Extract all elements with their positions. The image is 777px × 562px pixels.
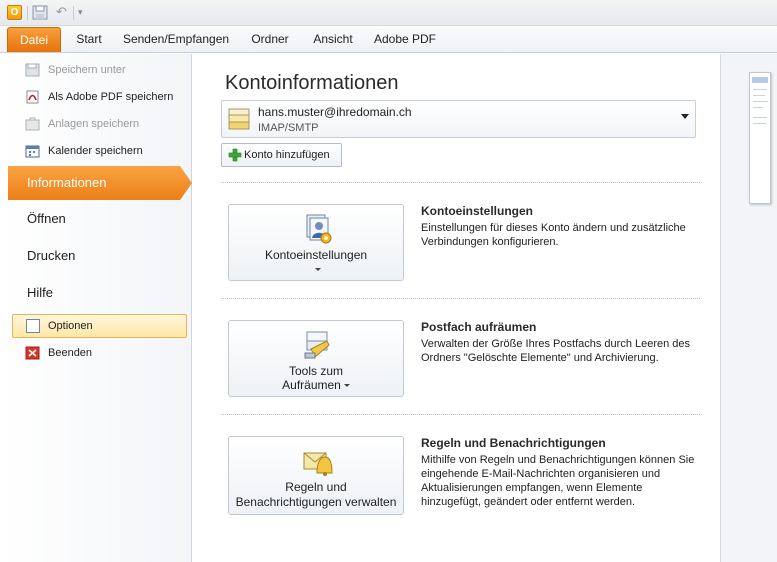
undo-icon[interactable]: ↶ <box>56 5 70 19</box>
rules-alerts-button[interactable]: Regeln und Benachrichtigungen verwalten <box>228 436 404 515</box>
title-bar: O ↶ ▾ <box>0 0 777 26</box>
options-icon <box>26 319 40 333</box>
options-command[interactable]: Optionen <box>12 314 187 338</box>
backstage-nav: Speichern unter Als Adobe PDF speichern … <box>0 54 192 562</box>
account-info-panel: Kontoinformationen hans.muster@ihredomai… <box>193 54 720 554</box>
account-settings-icon <box>306 214 332 244</box>
cleanup-tools-label-line-1: Tools zum <box>288 364 344 378</box>
rules-alerts-description: Mithilfe von Regeln und Benachrichtigung… <box>421 454 695 508</box>
adobe-pdf-icon <box>26 90 39 104</box>
account-settings-button[interactable]: Kontoeinstellungen <box>228 204 404 281</box>
tab-ansicht[interactable]: Ansicht <box>305 27 361 52</box>
preview-line <box>753 107 763 108</box>
save-as-pdf-label: Als Adobe PDF speichern <box>48 91 174 103</box>
rules-alerts-label-line-2: Benachrichtigungen verwalten <box>235 495 397 509</box>
account-settings-title: Kontoeinstellungen <box>421 204 533 218</box>
save-attachments-label: Anlagen speichern <box>48 118 140 130</box>
account-type: IMAP/SMTP <box>258 122 319 134</box>
cleanup-tools-icon <box>304 331 330 359</box>
save-as-icon <box>25 63 40 77</box>
backstage-tab-oeffnen[interactable]: Öffnen <box>8 202 192 236</box>
outlook-app-icon[interactable]: O <box>7 5 22 20</box>
exit-label: Beenden <box>48 347 93 359</box>
save-as-label: Speichern unter <box>48 64 126 76</box>
page-title: Kontoinformationen <box>225 72 399 94</box>
account-settings-description: Einstellungen für dieses Konto ändern un… <box>421 222 686 248</box>
cleanup-tools-label-line-2: Aufräumen <box>229 378 403 393</box>
account-settings-dropdown <box>229 262 403 277</box>
save-icon[interactable] <box>32 5 48 20</box>
add-account-button[interactable]: Konto hinzufügen <box>221 143 342 167</box>
account-mailbox-icon <box>228 108 250 130</box>
tab-ordner[interactable]: Ordner <box>242 27 298 52</box>
ribbon-tabs: Datei Start Senden/Empfangen Ordner Ansi… <box>0 26 777 53</box>
account-selector[interactable]: hans.muster@ihredomain.ch IMAP/SMTP <box>221 100 696 138</box>
quick-access-separator <box>73 6 74 20</box>
chevron-down-icon <box>343 384 350 388</box>
options-label: Optionen <box>48 320 93 332</box>
tab-senden-empfangen[interactable]: Senden/Empfangen <box>118 27 234 52</box>
account-email: hans.muster@ihredomain.ch <box>258 105 412 119</box>
preview-pane <box>720 54 777 562</box>
chevron-down-icon[interactable] <box>681 114 689 119</box>
preview-line <box>753 101 768 102</box>
mailbox-cleanup-description: Verwalten der Größe Ihres Postfachs durc… <box>421 338 691 364</box>
tab-datei[interactable]: Datei <box>7 27 61 52</box>
quick-access-separator <box>27 6 28 20</box>
mailbox-cleanup-title: Postfach aufräumen <box>421 320 537 334</box>
add-account-label: Konto hinzufügen <box>244 149 330 161</box>
exit-icon <box>25 346 40 360</box>
account-settings-button-label: Kontoeinstellungen <box>264 248 368 262</box>
rules-alerts-label-line-1: Regeln und <box>285 480 347 494</box>
tab-adobe-pdf[interactable]: Adobe PDF <box>370 27 440 52</box>
document-preview-thumbnail[interactable] <box>749 72 771 204</box>
preview-line <box>753 117 767 118</box>
calendar-icon <box>25 145 40 158</box>
preview-header <box>752 77 768 83</box>
preview-line <box>753 95 765 96</box>
save-calendar-label: Kalender speichern <box>48 145 143 157</box>
backstage-tab-informationen[interactable]: Informationen <box>8 166 192 200</box>
cleanup-tools-button[interactable]: Tools zum Aufräumen <box>228 320 404 397</box>
preview-line <box>753 123 766 124</box>
customize-icon[interactable]: ▾ <box>78 5 88 19</box>
section-divider <box>221 182 700 183</box>
preview-line <box>753 89 767 90</box>
rules-alerts-title: Regeln und Benachrichtigungen <box>421 436 606 450</box>
rules-alerts-icon <box>303 452 333 476</box>
cleanup-tools-label-text: Aufräumen <box>282 378 341 392</box>
tab-start[interactable]: Start <box>68 27 110 52</box>
plus-icon <box>228 148 242 162</box>
section-divider <box>221 298 700 299</box>
backstage-tab-drucken[interactable]: Drucken <box>8 239 192 273</box>
chevron-down-icon <box>314 268 321 272</box>
backstage-tab-hilfe[interactable]: Hilfe <box>8 276 192 310</box>
attachments-icon <box>25 117 40 131</box>
section-divider <box>221 414 700 415</box>
